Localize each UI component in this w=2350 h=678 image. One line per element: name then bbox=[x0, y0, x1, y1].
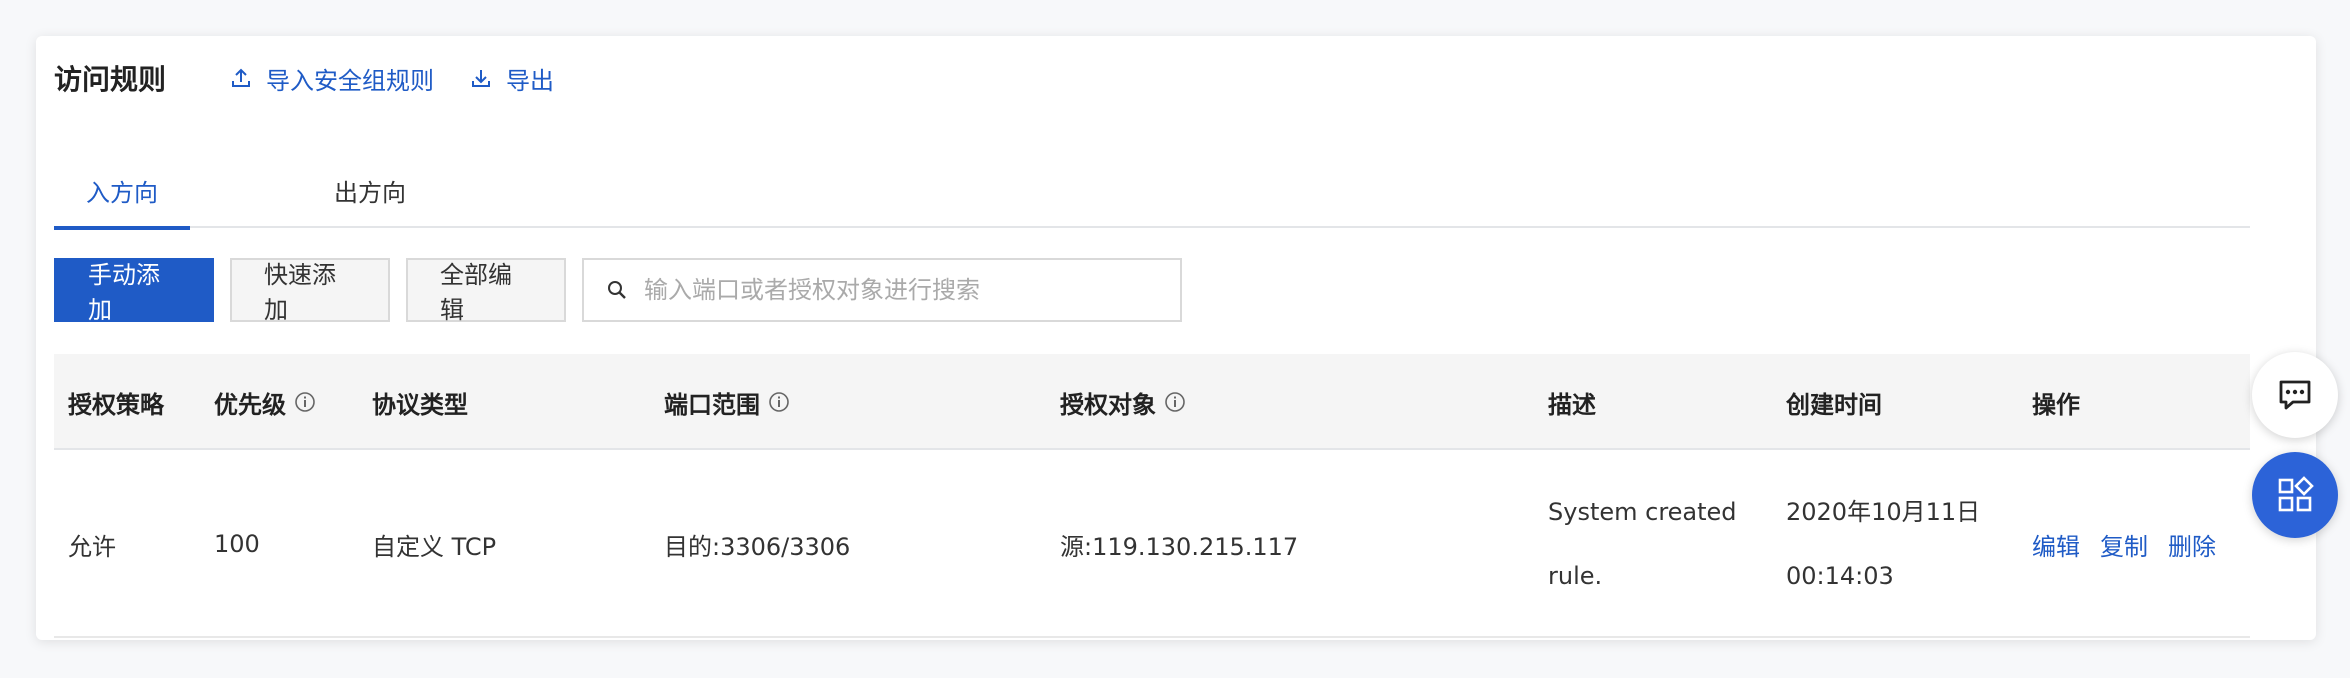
column-description-label: 描述 bbox=[1548, 390, 1596, 419]
column-description: 描述 bbox=[1548, 354, 1596, 450]
search-icon bbox=[608, 281, 626, 299]
rules-table: 授权策略 优先级 协议类型 端口范围 授权对象 描述 创建时间 操作 允许 10… bbox=[54, 354, 2250, 638]
table-row: 允许 100 自定义 TCP 目的:3306/3306 源:119.130.21… bbox=[54, 450, 2250, 638]
column-protocol: 协议类型 bbox=[372, 354, 468, 450]
edit-link[interactable]: 编辑 bbox=[2032, 527, 2080, 562]
download-icon bbox=[472, 70, 491, 87]
tab-outbound[interactable]: 出方向 bbox=[302, 152, 438, 228]
created-time: 00:14:03 bbox=[1786, 562, 1894, 590]
column-auth-object: 授权对象 bbox=[1060, 354, 1186, 450]
apps-icon bbox=[2278, 476, 2314, 512]
description-line-1: System created bbox=[1548, 498, 1737, 526]
table-header: 授权策略 优先级 协议类型 端口范围 授权对象 描述 创建时间 操作 bbox=[54, 354, 2250, 450]
cell-auth-object: 源:119.130.215.117 bbox=[1060, 532, 1299, 561]
cell-priority: 100 bbox=[214, 530, 260, 558]
search-box bbox=[582, 258, 1182, 322]
column-priority: 优先级 bbox=[214, 354, 316, 450]
column-port-range-label: 端口范围 bbox=[664, 390, 760, 419]
column-actions-label: 操作 bbox=[2032, 390, 2080, 419]
created-date: 2020年10月11日 bbox=[1786, 498, 1981, 526]
direction-tabs: 入方向 出方向 bbox=[54, 152, 2250, 230]
delete-link[interactable]: 删除 bbox=[2168, 527, 2216, 562]
cell-description: System created rule. bbox=[1548, 450, 1737, 638]
info-icon[interactable] bbox=[294, 391, 316, 413]
page-title: 访问规则 bbox=[54, 63, 167, 96]
column-created-time: 创建时间 bbox=[1786, 354, 1882, 450]
chat-icon bbox=[2279, 380, 2311, 410]
export-label: 导出 bbox=[506, 66, 555, 95]
info-icon[interactable] bbox=[1164, 391, 1186, 413]
column-created-time-label: 创建时间 bbox=[1786, 390, 1882, 419]
cell-created-time: 2020年10月11日 00:14:03 bbox=[1786, 450, 1980, 638]
column-port-range: 端口范围 bbox=[664, 354, 790, 450]
copy-link[interactable]: 复制 bbox=[2100, 527, 2148, 562]
column-policy-label: 授权策略 bbox=[68, 390, 164, 419]
column-actions: 操作 bbox=[2032, 354, 2080, 450]
description-line-2: rule. bbox=[1548, 562, 1603, 590]
column-policy: 授权策略 bbox=[68, 354, 164, 450]
cell-protocol: 自定义 TCP bbox=[372, 532, 497, 561]
tab-inbound[interactable]: 入方向 bbox=[54, 152, 190, 230]
tab-inbound-label: 入方向 bbox=[86, 178, 158, 207]
edit-all-button[interactable]: 全部编辑 bbox=[406, 258, 566, 324]
quick-add-button[interactable]: 快速添加 bbox=[230, 258, 390, 324]
cell-policy: 允许 bbox=[68, 532, 116, 561]
tab-outbound-label: 出方向 bbox=[334, 178, 406, 207]
chat-float-button[interactable] bbox=[2252, 352, 2338, 438]
manual-add-button[interactable]: 手动添加 bbox=[54, 258, 214, 324]
toolbar: 手动添加 快速添加 全部编辑 bbox=[54, 258, 1182, 324]
column-protocol-label: 协议类型 bbox=[372, 390, 468, 419]
cell-actions: 编辑 复制 删除 bbox=[2032, 450, 2236, 638]
column-priority-label: 优先级 bbox=[214, 390, 286, 419]
upload-icon bbox=[232, 68, 251, 87]
header: 访问规则 导入安全组规则 导出 bbox=[54, 58, 554, 98]
import-rules-label: 导入安全组规则 bbox=[266, 66, 435, 95]
column-auth-object-label: 授权对象 bbox=[1060, 390, 1156, 419]
cell-port-range: 目的:3306/3306 bbox=[664, 532, 851, 561]
export-button[interactable]: 导出 bbox=[470, 61, 554, 96]
info-icon[interactable] bbox=[768, 391, 790, 413]
import-rules-button[interactable]: 导入安全组规则 bbox=[230, 61, 434, 96]
apps-float-button[interactable] bbox=[2252, 452, 2338, 538]
search-input[interactable] bbox=[644, 276, 1164, 304]
